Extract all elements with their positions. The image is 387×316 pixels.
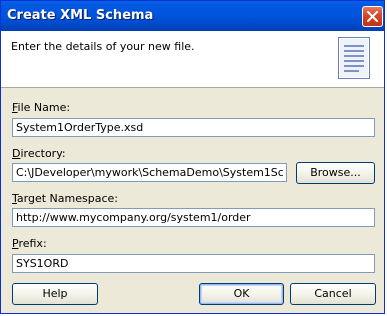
title-bar[interactable]: Create XML Schema — [1, 1, 384, 31]
target-namespace-field[interactable] — [12, 208, 375, 227]
document-lines-icon — [338, 37, 370, 79]
directory-field[interactable] — [12, 163, 287, 182]
browse-button[interactable]: Browse... — [296, 162, 375, 184]
prefix-label: Prefix: — [12, 237, 47, 250]
help-button[interactable]: Help — [12, 283, 98, 305]
header-instruction: Enter the details of your new file. — [11, 40, 195, 53]
ok-button[interactable]: OK — [199, 283, 284, 305]
directory-label: Directory: — [12, 147, 66, 160]
close-button[interactable] — [362, 6, 383, 27]
prefix-field[interactable] — [12, 254, 375, 273]
dialog-title: Create XML Schema — [7, 8, 154, 23]
file-name-field[interactable] — [12, 118, 375, 137]
file-name-label: File Name: — [12, 101, 71, 114]
close-icon — [367, 11, 378, 22]
header-panel: Enter the details of your new file. — [1, 31, 384, 88]
cancel-button[interactable]: Cancel — [290, 283, 376, 305]
target-namespace-label: Target Namespace: — [12, 192, 118, 205]
create-xml-schema-dialog: Create XML Schema Enter the details of y… — [0, 0, 385, 314]
